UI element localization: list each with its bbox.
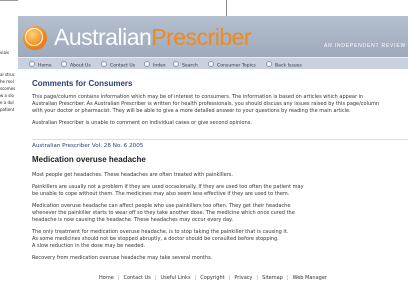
page-title: Comments for Consumers [32, 79, 133, 88]
main-nav: Home About Us Contact Us Index Search Co… [18, 57, 408, 69]
nav-item-contact-us[interactable]: Contact Us [101, 61, 135, 69]
paragraph-line: Painkillers are usually not a problem if… [32, 184, 304, 190]
site-tagline: AN INDEPENDENT REVIEW [324, 43, 406, 49]
intro-line: with your doctor or pharmacist. They wil… [32, 108, 351, 114]
intro-line: Australian Prescriber. As Australian Pre… [32, 101, 380, 107]
site-logo[interactable]: AustralianPrescriber [54, 24, 252, 51]
separator: | [194, 275, 197, 281]
nav-bullet-icon [29, 61, 35, 67]
left-fragment: al struc [0, 72, 15, 77]
footer-link-useful-links[interactable]: Useful Links [160, 275, 190, 281]
left-fragment: w a slo [0, 93, 14, 98]
site-header: AustralianPrescriber AN INDEPENDENT REVI… [18, 16, 408, 57]
left-fragment: scomes [0, 86, 16, 91]
footer-link-privacy[interactable]: Privacy [234, 275, 252, 281]
nav-bullet-icon [101, 61, 107, 67]
divider [0, 0, 18, 25]
article-title: Medication overuse headache [32, 155, 146, 164]
separator: | [256, 275, 259, 281]
left-fragment: e a dul [0, 100, 14, 105]
nav-item-index[interactable]: Index [144, 61, 166, 69]
footer-link-web-manager[interactable]: Web Manager [293, 275, 327, 281]
separator: | [154, 275, 157, 281]
nav-item-about-us[interactable]: About Us [61, 61, 91, 69]
paragraph-line: A slow reduction in the dose may be need… [32, 243, 146, 249]
site-footer: Home | Contact Us | Useful Links | Copyright | P… [18, 275, 408, 281]
separator: | [117, 275, 120, 281]
paragraph-line: whenever the painkiller starts to wear o… [32, 210, 295, 216]
footer-link-home[interactable]: Home [99, 275, 114, 281]
paragraph-line: Most people get headaches. These headach… [32, 172, 233, 178]
issue-link[interactable]: Australian Prescriber Vol. 28 No. 6 2005 [32, 143, 143, 149]
divider [32, 139, 408, 140]
left-fragment: he mol [0, 79, 14, 84]
paragraph-line: headache is now causing the headache. Th… [32, 217, 233, 223]
nav-bullet-icon [173, 61, 179, 67]
nav-bullet-icon [144, 61, 150, 67]
disclaimer: Australian Prescriber is unable to comme… [32, 120, 252, 126]
nav-item-home[interactable]: Home [29, 61, 52, 69]
nav-bullet-icon [266, 61, 272, 67]
footer-link-contact-us[interactable]: Contact Us [123, 275, 150, 281]
separator: | [228, 275, 231, 281]
nav-item-consumer-topics[interactable]: Consumer Topics [208, 61, 256, 69]
web-page: AustralianPrescriber AN INDEPENDENT REVI… [18, 16, 408, 299]
footer-link-sitemap[interactable]: Sitemap [262, 275, 283, 281]
paragraph-line: be unable to cope without them. The medi… [32, 191, 290, 197]
intro-line: This page/column contains information wh… [32, 94, 364, 100]
left-fragment: viais [0, 50, 10, 55]
logo-word-prescriber: Prescriber [151, 24, 252, 50]
paragraph-line: The only treatment for medication overus… [32, 229, 289, 235]
separator: | [286, 275, 289, 281]
logo-ring-icon [25, 28, 43, 46]
nav-item-back-issues[interactable]: Back Issues [266, 61, 302, 69]
paragraph-line: As some medicines should not be stopped … [32, 236, 279, 242]
nav-bullet-icon [61, 61, 67, 67]
paragraph-line: Medication overuse headache can affect p… [32, 203, 291, 209]
left-fragment: patient [0, 107, 15, 112]
nav-item-search[interactable]: Search [173, 61, 198, 69]
logo-word-australian: Australian [54, 24, 152, 50]
divider [226, 0, 227, 16]
nav-bullet-icon [208, 61, 214, 67]
paragraph-line: Recovery from medication overuse headach… [32, 255, 213, 261]
background-document-fragment: viais al struc he mol scomes w a slo e a… [0, 0, 18, 299]
footer-link-copyright[interactable]: Copyright [200, 275, 224, 281]
